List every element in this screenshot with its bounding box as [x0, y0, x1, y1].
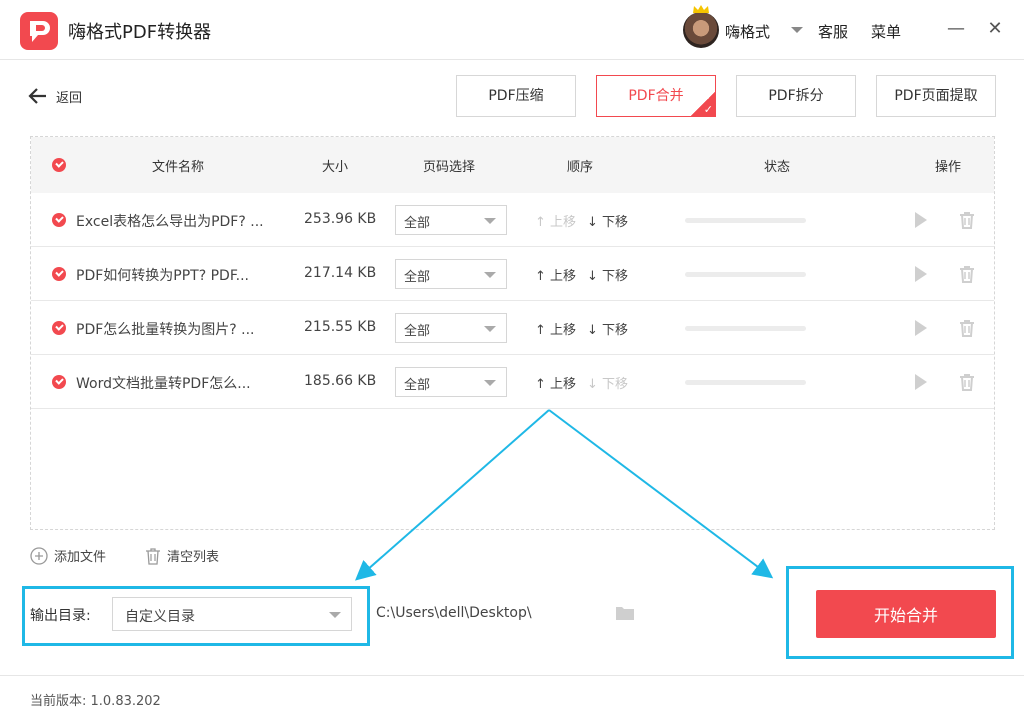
- file-size: 215.55 KB: [304, 319, 377, 335]
- chevron-down-icon: [484, 272, 496, 278]
- header-name: 文件名称: [152, 160, 205, 175]
- close-button[interactable]: ✕: [984, 18, 1006, 40]
- chevron-down-icon: [484, 218, 496, 224]
- select-all-checkbox[interactable]: [52, 158, 66, 172]
- app-title: 嗨格式PDF转换器: [68, 22, 212, 43]
- header-actions: 操作: [935, 160, 962, 175]
- clear-list-label: 清空列表: [167, 550, 220, 565]
- row-checkbox[interactable]: [52, 213, 66, 227]
- back-label: 返回: [56, 90, 83, 106]
- play-icon[interactable]: [915, 320, 927, 336]
- page-select[interactable]: 全部: [395, 259, 507, 289]
- output-label: 输出目录:: [30, 608, 91, 624]
- table-row: PDF如何转换为PPT? PDF... 217.14 KB 全部 ↑ 上移 ↓ …: [31, 247, 994, 301]
- trash-icon[interactable]: [959, 211, 975, 229]
- file-table: 文件名称 大小 页码选择 顺序 状态 操作 Excel表格怎么导出为PDF? .…: [30, 136, 995, 530]
- back-button[interactable]: 返回: [28, 86, 82, 106]
- file-name: PDF如何转换为PPT? PDF...: [76, 268, 249, 284]
- progress-bar: [685, 326, 806, 331]
- version-label: 当前版本: 1.0.83.202: [30, 694, 161, 709]
- move-down-button[interactable]: ↓ 下移: [587, 265, 628, 284]
- table-row: Excel表格怎么导出为PDF? ... 253.96 KB 全部 ↑ 上移 ↓…: [31, 193, 994, 247]
- page-select-value: 全部: [404, 324, 431, 339]
- page-select[interactable]: 全部: [395, 313, 507, 343]
- move-up-button: ↑ 上移: [535, 215, 577, 230]
- row-checkbox[interactable]: [52, 375, 66, 389]
- file-name: Excel表格怎么导出为PDF? ...: [76, 214, 264, 230]
- chevron-down-icon: [484, 326, 496, 332]
- plus-circle-icon: [30, 546, 48, 565]
- output-mode-value: 自定义目录: [125, 609, 195, 625]
- table-row: Word文档批量转PDF怎么... 185.66 KB 全部 ↑ 上移 ↓ 下移: [31, 355, 994, 409]
- service-link[interactable]: 客服: [818, 21, 848, 42]
- play-icon[interactable]: [915, 266, 927, 282]
- trash-icon[interactable]: [959, 319, 975, 337]
- page-select-value: 全部: [404, 216, 431, 231]
- clear-list-button[interactable]: 清空列表: [145, 546, 219, 565]
- tab-pdf-merge-label: PDF合并: [628, 88, 684, 104]
- table-header: 文件名称 大小 页码选择 顺序 状态 操作: [31, 137, 994, 193]
- tab-pdf-merge[interactable]: PDF合并 ✓: [596, 75, 716, 117]
- page-select[interactable]: 全部: [395, 367, 507, 397]
- username[interactable]: 嗨格式: [725, 21, 770, 42]
- play-icon[interactable]: [915, 212, 927, 228]
- file-size: 217.14 KB: [304, 265, 377, 281]
- chevron-down-icon: [329, 612, 341, 618]
- minimize-button[interactable]: —: [945, 18, 967, 40]
- crown-icon: [693, 5, 709, 13]
- play-icon[interactable]: [915, 374, 927, 390]
- add-file-label: 添加文件: [54, 550, 107, 565]
- move-up-button[interactable]: ↑ 上移: [535, 319, 576, 338]
- header-size: 大小: [322, 160, 349, 175]
- header-order: 顺序: [567, 160, 594, 175]
- add-file-button[interactable]: 添加文件: [30, 546, 106, 565]
- file-size: 253.96 KB: [304, 211, 377, 227]
- output-mode-select[interactable]: 自定义目录: [112, 597, 352, 631]
- progress-bar: [685, 272, 806, 277]
- app-logo-icon: [20, 12, 58, 50]
- tab-pdf-page-extract[interactable]: PDF页面提取: [876, 75, 996, 117]
- user-avatar[interactable]: [683, 12, 719, 48]
- arrow-left-icon: [28, 88, 46, 104]
- header-status: 状态: [764, 160, 791, 175]
- start-merge-button[interactable]: 开始合并: [816, 590, 996, 638]
- trash-icon: [146, 547, 160, 565]
- move-down-button: ↓ 下移: [587, 377, 629, 392]
- title-bar: 嗨格式PDF转换器 嗨格式 客服 菜单 — ✕: [0, 0, 1024, 60]
- trash-icon[interactable]: [959, 265, 975, 283]
- user-menu-caret-icon[interactable]: [791, 27, 803, 33]
- move-up-button[interactable]: ↑ 上移: [535, 373, 576, 392]
- row-checkbox[interactable]: [52, 321, 66, 335]
- folder-icon[interactable]: [615, 605, 635, 621]
- selected-check-icon: ✓: [691, 92, 715, 116]
- row-checkbox[interactable]: [52, 267, 66, 281]
- page-select-value: 全部: [404, 270, 431, 285]
- move-up-button[interactable]: ↑ 上移: [535, 265, 576, 284]
- page-select-value: 全部: [404, 378, 431, 393]
- file-name: Word文档批量转PDF怎么...: [76, 376, 251, 392]
- menu-link[interactable]: 菜单: [871, 21, 901, 42]
- progress-bar: [685, 380, 806, 385]
- file-size: 185.66 KB: [304, 373, 377, 389]
- trash-icon[interactable]: [959, 373, 975, 391]
- tab-pdf-compress[interactable]: PDF压缩: [456, 75, 576, 117]
- progress-bar: [685, 218, 806, 223]
- chevron-down-icon: [484, 380, 496, 386]
- footer: 当前版本: 1.0.83.202: [0, 675, 1024, 720]
- file-name: PDF怎么批量转换为图片? ...: [76, 322, 255, 338]
- move-down-button[interactable]: ↓ 下移: [587, 211, 628, 230]
- output-path: C:\Users\dell\Desktop\: [376, 605, 532, 621]
- page-select[interactable]: 全部: [395, 205, 507, 235]
- table-row: PDF怎么批量转换为图片? ... 215.55 KB 全部 ↑ 上移 ↓ 下移: [31, 301, 994, 355]
- header-pages: 页码选择: [423, 160, 476, 175]
- tab-pdf-split[interactable]: PDF拆分: [736, 75, 856, 117]
- move-down-button[interactable]: ↓ 下移: [587, 319, 628, 338]
